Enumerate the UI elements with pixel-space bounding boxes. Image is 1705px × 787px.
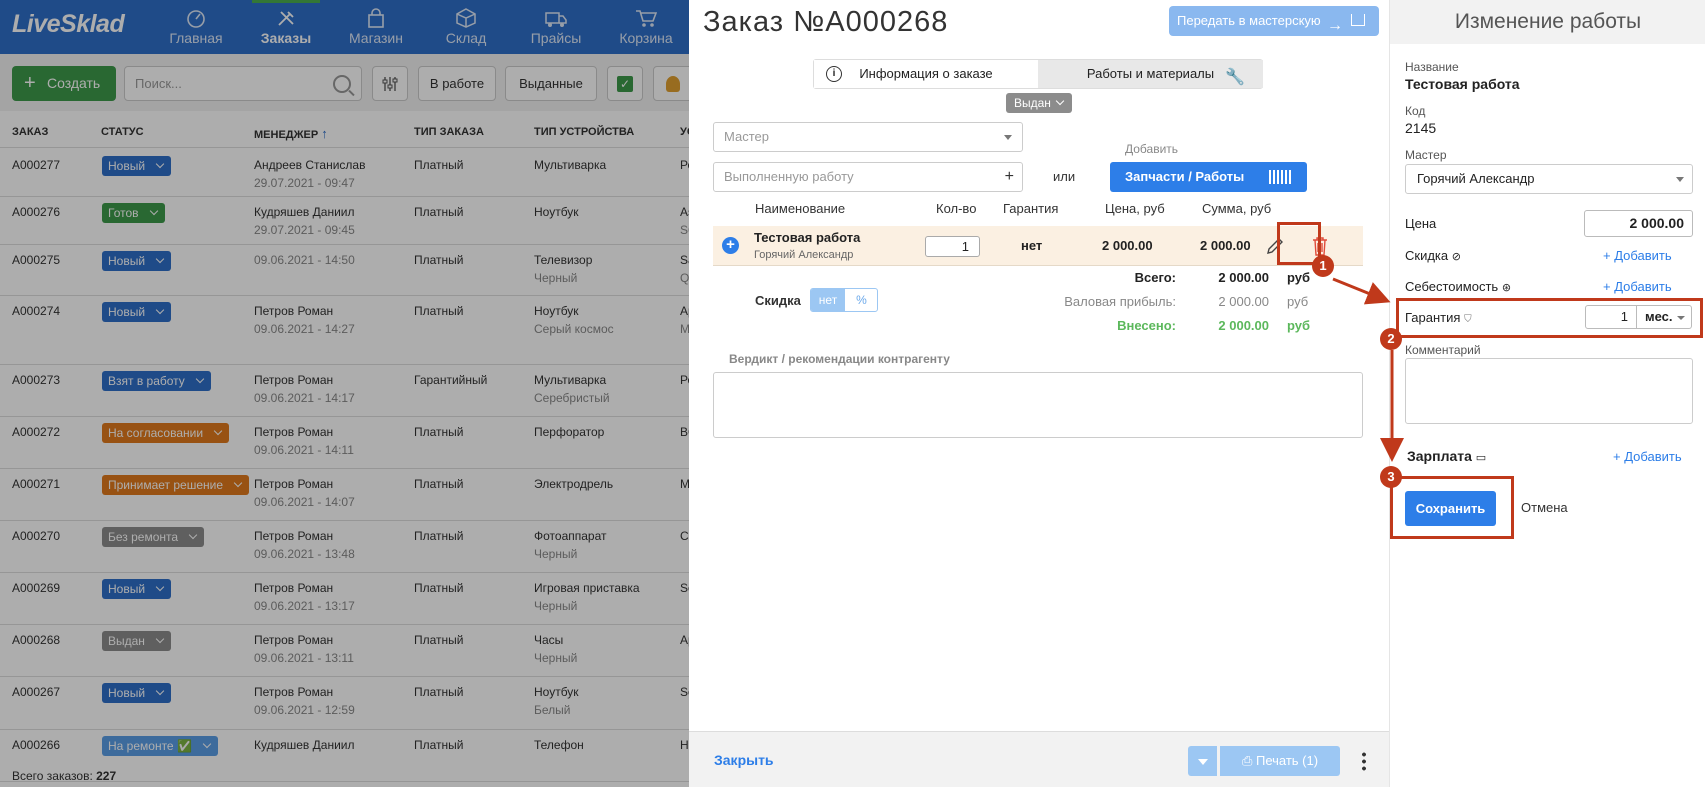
discount-label: Скидка: [755, 293, 801, 308]
edit-panel-title: Изменение работы: [1454, 10, 1642, 33]
code-value: 2145: [1405, 120, 1437, 136]
profit-label: Валовая прибыль:: [1064, 294, 1176, 309]
tab-order-info[interactable]: i Информация о заказе: [814, 60, 1038, 88]
total-label: Всего:: [1134, 270, 1176, 285]
work-price: 2 000.00: [1102, 238, 1153, 253]
paid-label: Внесено:: [1117, 318, 1176, 333]
barcode-icon: [1269, 170, 1291, 184]
discount-add-link[interactable]: + Добавить: [1603, 248, 1672, 263]
work-sum: 2 000.00: [1200, 238, 1251, 253]
step-2-marker: 2: [1380, 328, 1402, 350]
parts-works-label: Запчасти / Работы: [1125, 169, 1245, 184]
master-select[interactable]: Мастер: [713, 122, 1023, 152]
salary-row: Зарплата ▭: [1407, 448, 1486, 464]
parts-works-button[interactable]: Запчасти / Работы: [1110, 162, 1307, 192]
highlight-warranty-row: [1396, 298, 1703, 338]
edit-panel-header: Изменение работы: [1390, 0, 1705, 44]
tab-works-label: Работы и материалы: [1086, 66, 1215, 81]
work-warranty: нет: [1021, 238, 1043, 253]
arrow-right-icon: →: [1327, 17, 1343, 34]
order-status-dropdown[interactable]: Выдан: [1006, 93, 1072, 113]
transfer-label: Передать в мастерскую: [1177, 13, 1321, 28]
tab-works-materials[interactable]: Работы и материалы 🔧: [1038, 60, 1263, 88]
tag-icon: ⊘: [1451, 251, 1461, 263]
discount-row: Скидка ⊘: [1405, 248, 1461, 263]
order-title: Заказ №A000268: [703, 6, 949, 38]
print-dropdown-button[interactable]: [1188, 746, 1217, 776]
or-label: или: [1053, 169, 1076, 184]
order-panel: Заказ №A000268 Передать в мастерскую → i…: [689, 0, 1389, 787]
col-qty: Кол-во: [936, 201, 977, 216]
total-value: 2 000.00: [1218, 270, 1269, 285]
profit-currency: руб: [1287, 294, 1309, 309]
col-warranty: Гарантия: [1003, 201, 1059, 216]
cost-row: Себестоимость ⊛: [1405, 279, 1511, 294]
col-name: Наименование: [755, 201, 846, 216]
add-label: Добавить: [1125, 142, 1179, 156]
cancel-button[interactable]: Отмена: [1521, 500, 1568, 515]
name-label: Название: [1405, 60, 1459, 74]
more-options-icon[interactable]: [1362, 751, 1366, 771]
price-label: Цена: [1405, 216, 1437, 231]
discount-label: Скидка: [1405, 248, 1449, 263]
cost-add-link[interactable]: + Добавить: [1603, 279, 1672, 294]
discount-percent-option[interactable]: %: [845, 289, 877, 311]
paid-value: 2 000.00: [1218, 318, 1269, 333]
master-select[interactable]: Горячий Александр: [1405, 164, 1693, 194]
work-name: Тестовая работа: [754, 230, 861, 245]
work-qty-input[interactable]: 1: [925, 236, 980, 257]
performed-work-input[interactable]: Выполненную работу +: [713, 162, 1023, 192]
discount-none-option[interactable]: нет: [811, 289, 845, 311]
plus-icon[interactable]: +: [1005, 163, 1014, 191]
salary-label: Зарплата: [1407, 448, 1472, 464]
wallet-icon: ▭: [1475, 452, 1487, 464]
print-button[interactable]: ⎙ Печать (1): [1220, 746, 1340, 776]
coins-icon: ⊛: [1501, 282, 1512, 294]
profit-value: 2 000.00: [1218, 294, 1269, 309]
work-placeholder: Выполненную работу: [724, 169, 854, 184]
salary-add-link[interactable]: + Добавить: [1613, 449, 1682, 464]
step-1-marker: 1: [1312, 255, 1334, 277]
col-price: Цена, руб: [1105, 201, 1165, 216]
comment-textarea[interactable]: [1405, 358, 1693, 424]
discount-toggle: нет %: [810, 288, 878, 312]
work-row[interactable]: + Тестовая работа Горячий Александр 1 не…: [713, 226, 1363, 266]
wrench-icon: 🔧: [1225, 69, 1245, 86]
highlight-save-button: [1390, 476, 1514, 539]
verdict-label: Вердикт / рекомендации контрагенту: [729, 352, 950, 366]
master-placeholder: Мастер: [724, 129, 769, 144]
master-label: Мастер: [1405, 148, 1447, 162]
printer-icon: ⎙: [1241, 753, 1253, 768]
plus-circle-icon[interactable]: +: [722, 237, 739, 254]
cost-label: Себестоимость: [1405, 279, 1499, 294]
work-master: Горячий Александр: [754, 249, 854, 261]
col-sum: Сумма, руб: [1202, 201, 1272, 216]
price-input[interactable]: 2 000.00: [1584, 210, 1693, 237]
edit-work-panel: Изменение работы Название Тестовая работ…: [1389, 0, 1705, 787]
transfer-to-workshop-button[interactable]: Передать в мастерскую →: [1169, 6, 1379, 36]
orders-app-background: LiveSklad Главная Заказы Магазин Склад П…: [0, 0, 700, 787]
verdict-textarea[interactable]: [713, 372, 1363, 438]
name-value: Тестовая работа: [1405, 76, 1520, 92]
close-button[interactable]: Закрыть: [714, 752, 774, 768]
total-currency: руб: [1287, 270, 1311, 285]
info-icon: i: [826, 66, 842, 82]
house-icon: [1351, 14, 1365, 26]
order-footer: Закрыть ⎙ Печать (1): [689, 731, 1389, 787]
code-label: Код: [1405, 104, 1426, 118]
paid-currency: руб: [1287, 318, 1311, 333]
order-tabs: i Информация о заказе Работы и материалы…: [813, 59, 1263, 89]
step-3-marker: 3: [1380, 466, 1402, 488]
comment-label: Комментарий: [1405, 343, 1481, 357]
print-label: Печать (1): [1255, 753, 1319, 768]
tab-order-info-label: Информация о заказе: [859, 66, 993, 81]
modal-dim-overlay[interactable]: [0, 0, 700, 787]
